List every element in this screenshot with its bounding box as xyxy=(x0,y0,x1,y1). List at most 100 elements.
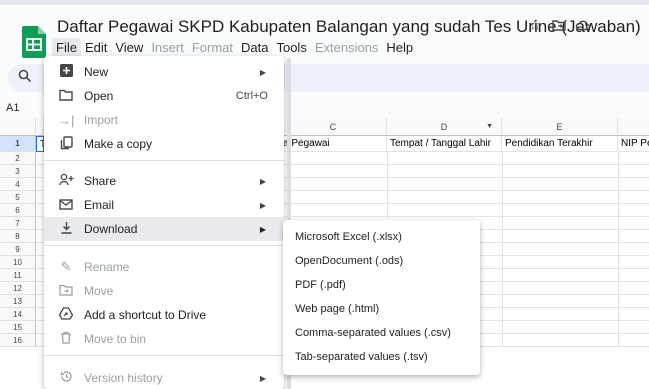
menu-item-make-a-copy[interactable]: Make a copy xyxy=(44,132,284,156)
title-icons: ☆ xyxy=(526,16,592,34)
shortcut-hint: Ctrl+O xyxy=(235,90,268,102)
row-header[interactable]: 10 xyxy=(0,256,36,269)
row-header[interactable]: 13 xyxy=(0,295,36,308)
menu-item-label: Import xyxy=(84,113,119,127)
column-header-a[interactable] xyxy=(36,118,44,136)
menu-item-label: New xyxy=(84,65,109,79)
name-box[interactable]: A1 xyxy=(6,102,19,114)
column-header-d[interactable]: D ▼ xyxy=(387,118,502,136)
menu-item-label: Open xyxy=(84,89,114,103)
mail-icon xyxy=(58,198,74,213)
menu-item-label: Rename xyxy=(84,260,130,274)
download-tsv[interactable]: Tab-separated values (.tsv) xyxy=(283,345,480,369)
row-header[interactable]: 2 xyxy=(0,152,36,165)
file-menu: New ▶ Open Ctrl+O →| Import Make a copy … xyxy=(44,56,291,389)
submenu-arrow-icon: ▶ xyxy=(259,67,266,77)
menu-item-label: Move xyxy=(84,284,114,298)
menu-item-add-shortcut[interactable]: Add a shortcut to Drive xyxy=(44,303,284,327)
menu-item-new[interactable]: New ▶ xyxy=(44,60,284,84)
select-all-corner[interactable] xyxy=(0,118,36,136)
submenu-arrow-icon: ▶ xyxy=(259,224,266,234)
submenu-arrow-icon: ▶ xyxy=(259,176,266,186)
plus-box-icon xyxy=(58,64,74,80)
rename-icon: ✎ xyxy=(60,259,72,274)
row-header[interactable]: 3 xyxy=(0,165,36,178)
menu-item-download[interactable]: Download ▶ xyxy=(44,217,284,241)
menu-edit[interactable]: Edit xyxy=(81,38,111,57)
top-bar: Daftar Pegawai SKPD Kabupaten Balangan y… xyxy=(0,0,649,58)
menu-item-label: Share xyxy=(84,174,117,188)
menu-item-version-history[interactable]: Version history ▶ xyxy=(44,366,284,389)
row-header[interactable]: 15 xyxy=(0,321,36,334)
download-xlsx[interactable]: Microsoft Excel (.xlsx) xyxy=(283,225,480,249)
download-csv[interactable]: Comma-separated values (.csv) xyxy=(283,321,480,345)
menu-item-move-to-bin[interactable]: Move to bin xyxy=(44,327,284,351)
menu-item-label: Version history xyxy=(84,371,163,385)
copy-icon xyxy=(58,135,74,153)
star-icon[interactable]: ☆ xyxy=(526,16,544,34)
menu-data[interactable]: Data xyxy=(237,38,272,57)
download-icon xyxy=(58,221,74,237)
menu-extensions[interactable]: Extensions xyxy=(311,38,383,57)
menu-view[interactable]: View xyxy=(111,38,147,57)
menu-item-open[interactable]: Open Ctrl+O xyxy=(44,84,284,108)
menu-insert[interactable]: Insert xyxy=(147,38,188,57)
menu-file[interactable]: File xyxy=(52,38,81,57)
menu-item-label: Email xyxy=(84,198,115,212)
row-header[interactable]: 8 xyxy=(0,230,36,243)
menu-item-label: Make a copy xyxy=(84,137,153,151)
submenu-arrow-icon: ▶ xyxy=(259,200,266,210)
row-header[interactable]: 7 xyxy=(0,217,36,230)
menu-separator xyxy=(44,355,284,356)
download-ods[interactable]: OpenDocument (.ods) xyxy=(283,249,480,273)
menu-item-share[interactable]: Share ▶ xyxy=(44,169,284,193)
cell-a1[interactable]: T xyxy=(36,136,44,152)
menu-item-label: Download xyxy=(84,222,138,236)
import-icon: →| xyxy=(58,112,75,128)
sheets-logo-icon[interactable] xyxy=(22,26,46,58)
menu-item-move[interactable]: Move xyxy=(44,279,284,303)
column-header-label: D xyxy=(440,121,448,132)
download-pdf[interactable]: PDF (.pdf) xyxy=(283,273,480,297)
cell-e1[interactable]: Pendidikan Terakhir xyxy=(502,136,618,152)
cell-d1[interactable]: Tempat / Tanggal Lahir xyxy=(387,136,502,152)
menu-format[interactable]: Format xyxy=(188,38,237,57)
folder-icon xyxy=(58,89,74,104)
menu-tools[interactable]: Tools xyxy=(272,38,310,57)
history-icon xyxy=(58,370,74,386)
move-to-folder-icon[interactable] xyxy=(550,16,568,34)
menu-separator xyxy=(44,245,284,246)
row-header[interactable]: 4 xyxy=(0,178,36,191)
row-header[interactable]: 1 xyxy=(0,136,36,152)
drive-shortcut-icon xyxy=(58,307,74,323)
download-submenu: Microsoft Excel (.xlsx) OpenDocument (.o… xyxy=(283,220,480,375)
download-html[interactable]: Web page (.html) xyxy=(283,297,480,321)
top-border xyxy=(0,0,649,5)
person-add-icon xyxy=(58,173,74,189)
row-header[interactable]: 16 xyxy=(0,334,36,347)
row-header[interactable]: 14 xyxy=(0,308,36,321)
menu-item-import[interactable]: →| Import xyxy=(44,108,284,132)
move-icon xyxy=(58,284,74,299)
menu-item-email[interactable]: Email ▶ xyxy=(44,193,284,217)
row-header[interactable]: 12 xyxy=(0,282,36,295)
filter-dropdown-icon[interactable]: ▼ xyxy=(486,123,493,130)
cell-f1[interactable]: NIP Pe xyxy=(618,136,649,152)
row-header[interactable]: 9 xyxy=(0,243,36,256)
column-header-f[interactable] xyxy=(618,118,649,136)
submenu-arrow-icon: ▶ xyxy=(259,373,266,383)
cloud-status-icon[interactable] xyxy=(574,16,592,34)
search-menus-icon[interactable] xyxy=(18,69,32,87)
menu-help[interactable]: Help xyxy=(382,38,417,57)
cell-c1[interactable]: a Pegawai xyxy=(280,136,387,152)
trash-icon xyxy=(58,331,74,347)
column-header-c[interactable]: C xyxy=(280,118,387,136)
menu-item-rename[interactable]: ✎ Rename xyxy=(44,255,284,279)
row-header[interactable]: 5 xyxy=(0,191,36,204)
row-header[interactable]: 6 xyxy=(0,204,36,217)
row-header[interactable]: 11 xyxy=(0,269,36,282)
column-header-e[interactable]: E xyxy=(502,118,618,136)
menu-item-label: Add a shortcut to Drive xyxy=(84,308,207,322)
menu-item-label: Move to bin xyxy=(84,332,147,346)
menu-separator xyxy=(44,160,284,161)
